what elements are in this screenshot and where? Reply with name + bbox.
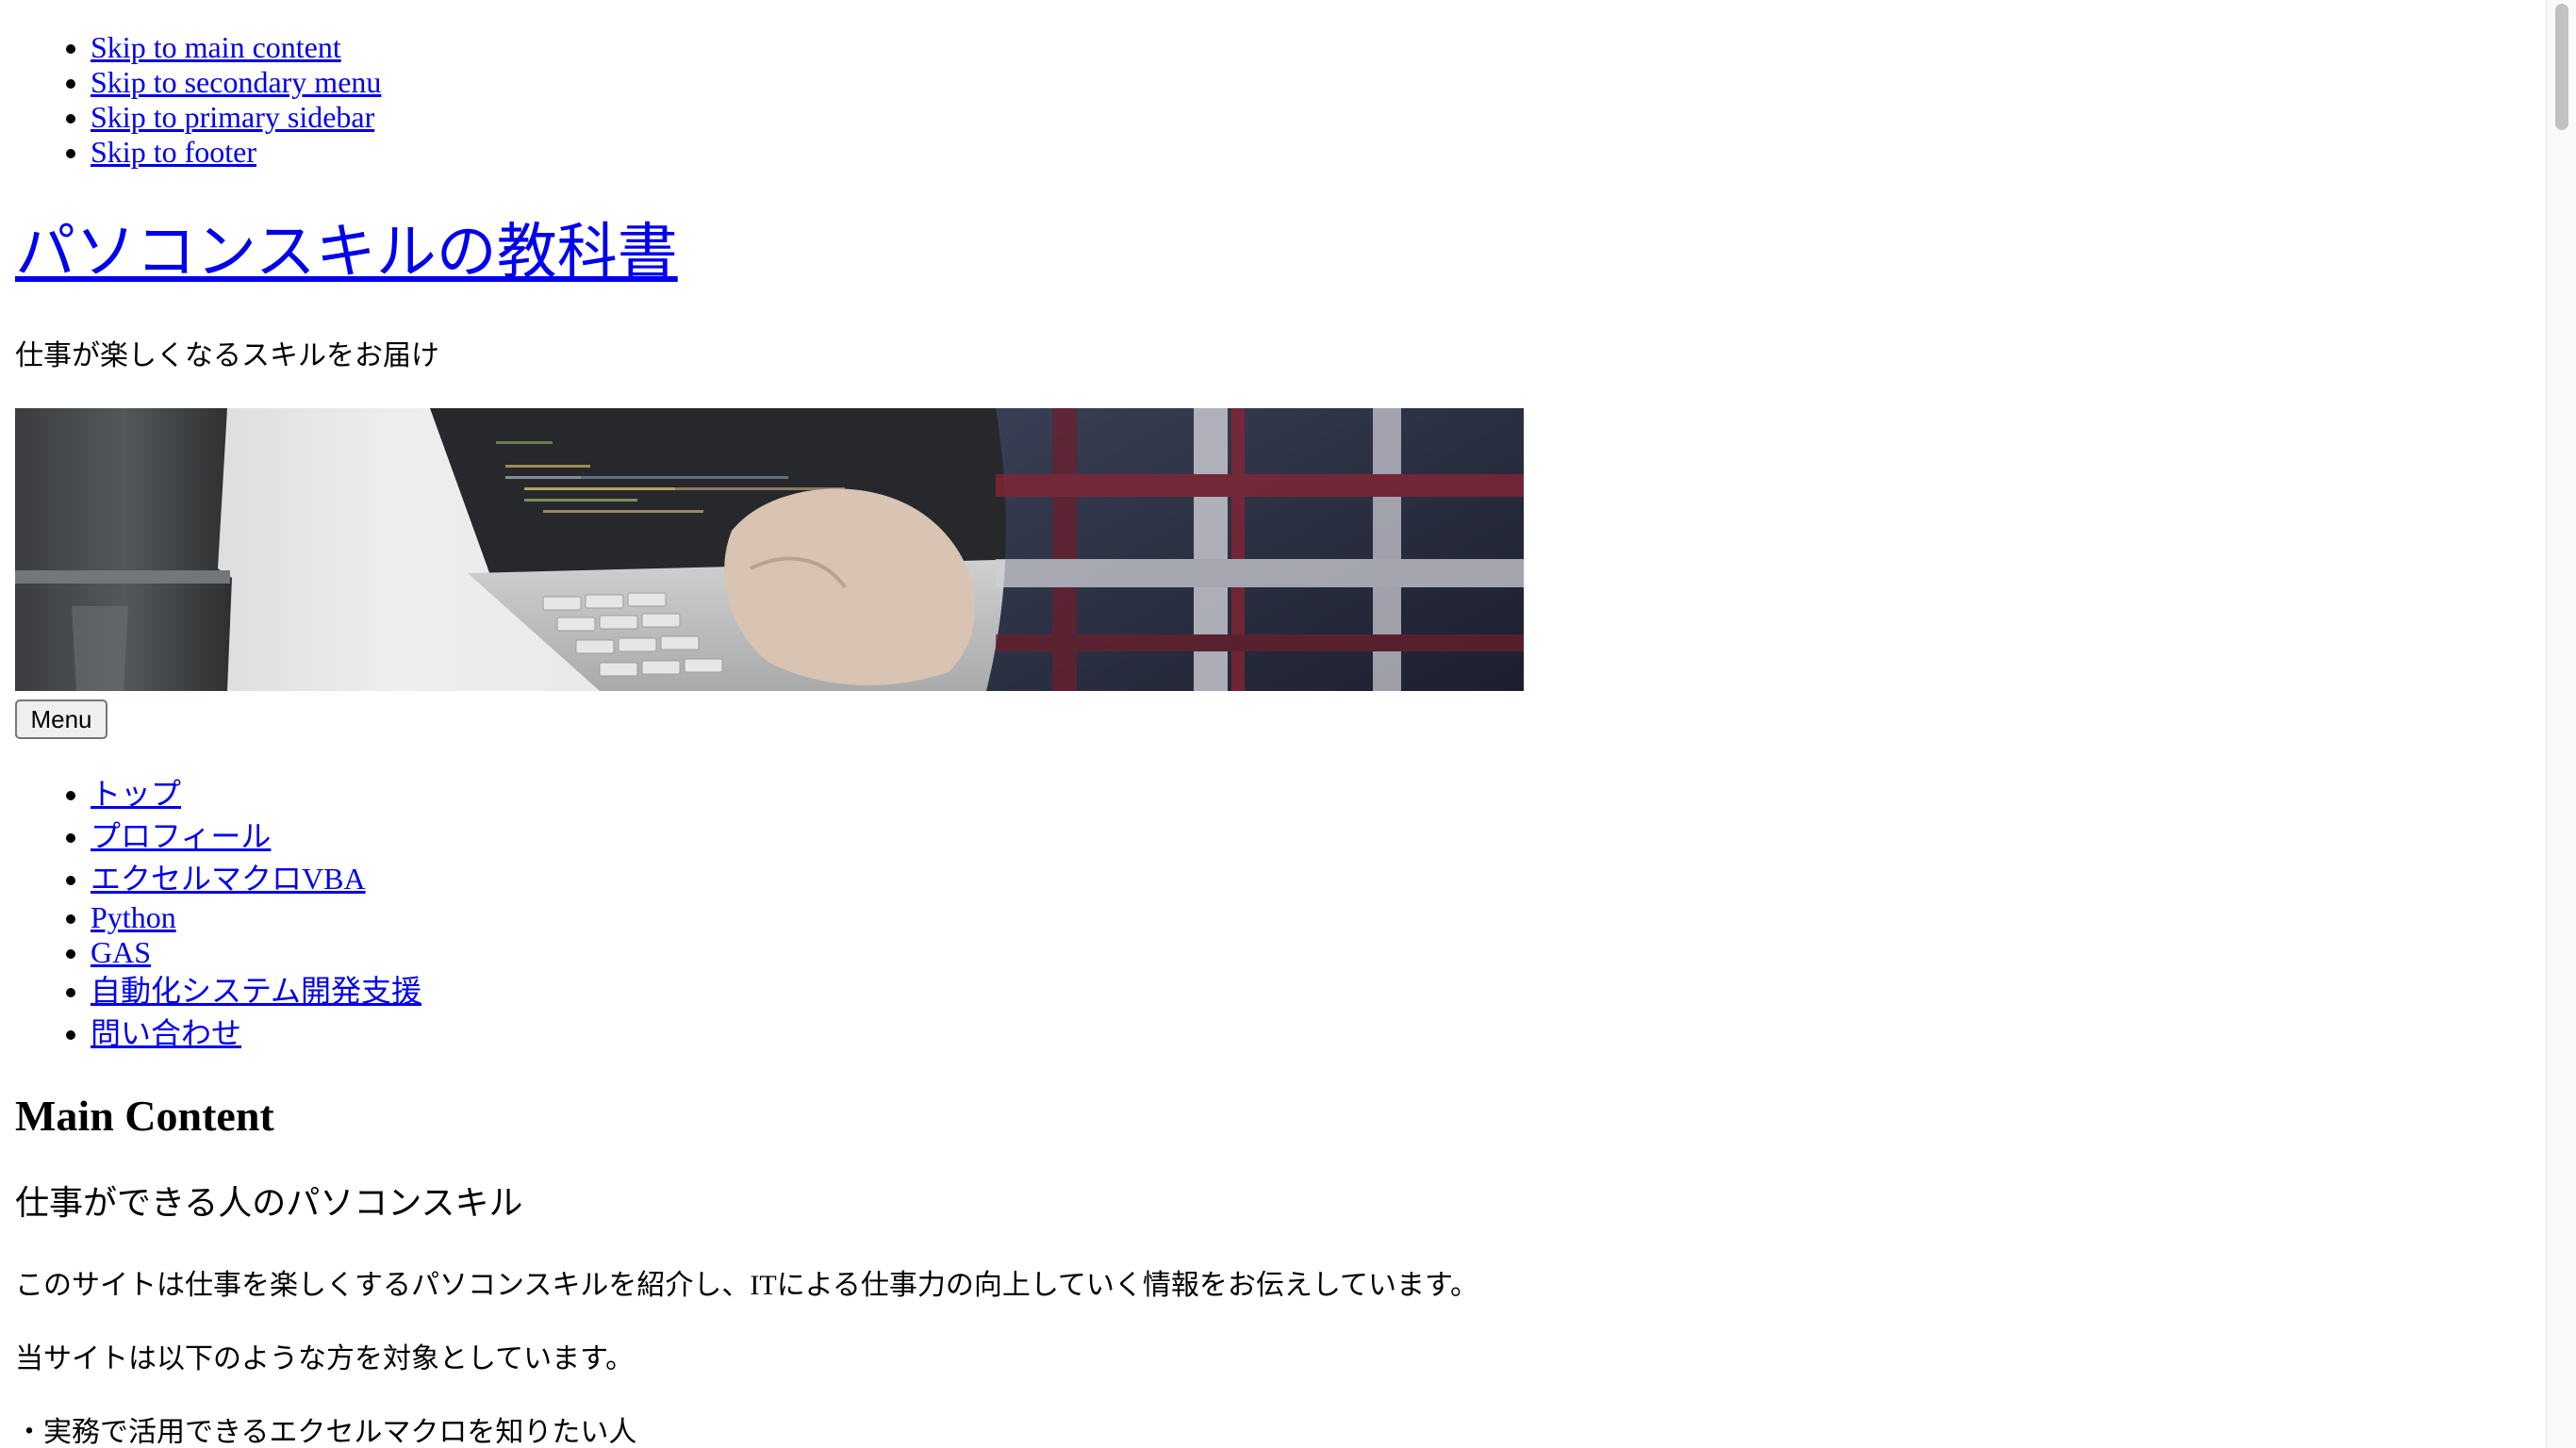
skip-links-list: Skip to main content Skip to secondary m… [0, 30, 381, 170]
laptop-typing-illustration [15, 408, 1524, 691]
skip-link-item: Skip to primary sidebar [91, 100, 381, 135]
nav-item-profile: プロフィール [91, 815, 421, 858]
menu-toggle-button[interactable]: Menu [15, 699, 107, 739]
site-title-link[interactable]: パソコンスキルの教科書 [15, 219, 678, 286]
nav-item-gas: GAS [91, 935, 421, 970]
site-title: パソコンスキルの教科書 [15, 215, 678, 290]
main-content-heading: Main Content [15, 1092, 274, 1140]
nav-item-top: トップ [91, 773, 421, 815]
nav-link-python[interactable]: Python [91, 900, 176, 934]
skip-link-item: Skip to footer [91, 135, 381, 170]
audience-paragraph: 当サイトは以下のような方を対象としています。 [15, 1343, 635, 1374]
skip-to-secondary-menu-link[interactable]: Skip to secondary menu [91, 65, 381, 99]
skip-link-item: Skip to main content [91, 30, 381, 65]
header-image[interactable] [15, 408, 1524, 691]
nav-link-contact[interactable]: 問い合わせ [91, 1016, 241, 1050]
nav-item-python: Python [91, 900, 421, 935]
nav-item-contact: 問い合わせ [91, 1012, 421, 1055]
audience-bullet: ・実務で活用できるエクセルマクロを知りたい人 [15, 1417, 637, 1448]
skip-link-item: Skip to secondary menu [91, 65, 381, 100]
skip-to-main-content-link[interactable]: Skip to main content [91, 30, 341, 64]
nav-link-automation[interactable]: 自動化システム開発支援 [91, 974, 421, 1008]
nav-link-gas[interactable]: GAS [91, 935, 151, 969]
intro-paragraph: このサイトは仕事を楽しくするパソコンスキルを紹介し、ITによる仕事力の向上してい… [15, 1270, 1479, 1301]
nav-item-automation: 自動化システム開発支援 [91, 970, 421, 1012]
primary-nav: トップ プロフィール エクセルマクロVBA Python GAS 自動化システム… [0, 773, 421, 1055]
site-tagline: 仕事が楽しくなるスキルをお届け [15, 340, 439, 371]
page: Skip to main content Skip to secondary m… [0, 0, 2546, 1448]
skip-to-footer-link[interactable]: Skip to footer [91, 135, 256, 169]
skip-to-primary-sidebar-link[interactable]: Skip to primary sidebar [91, 100, 374, 134]
section-heading: 仕事ができる人のパソコンスキル [15, 1184, 523, 1222]
vertical-scrollbar[interactable] [2546, 0, 2576, 1448]
scrollbar-thumb[interactable] [2555, 4, 2568, 130]
nav-link-excel-vba[interactable]: エクセルマクロVBA [91, 862, 366, 896]
nav-link-top[interactable]: トップ [91, 777, 181, 811]
nav-item-excel-vba: エクセルマクロVBA [91, 858, 421, 900]
nav-link-profile[interactable]: プロフィール [91, 819, 271, 853]
